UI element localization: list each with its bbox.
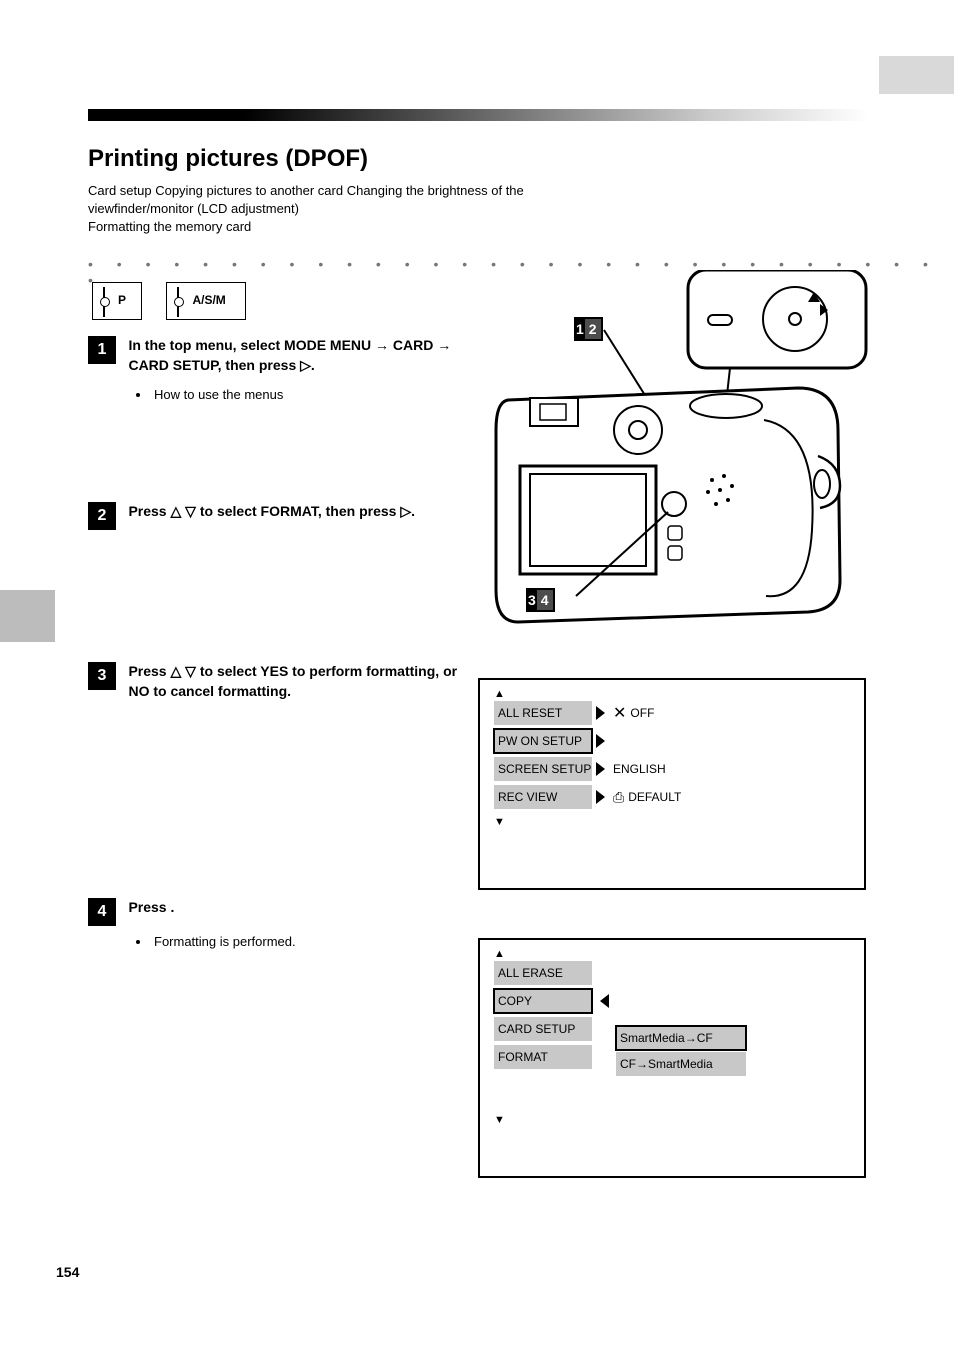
scroll-up-icon: ▲ bbox=[494, 948, 850, 960]
scroll-down-icon: ▼ bbox=[494, 816, 850, 828]
related-link-text: Card setup Copying pictures to another c… bbox=[88, 183, 524, 198]
menu-item-card-setup: CARD SETUP bbox=[494, 1017, 592, 1041]
up-triangle-icon: △ bbox=[171, 663, 182, 679]
menu-item-format: FORMAT bbox=[494, 1045, 592, 1069]
menu-item-screen-setup: SCREEN SETUP bbox=[494, 757, 592, 781]
camera-back-illustration: 12 34 bbox=[478, 270, 868, 640]
menu-item-rec-view: REC VIEW bbox=[494, 785, 592, 809]
menu-value: ✕OFF bbox=[613, 703, 654, 723]
page-title: Printing pictures (DPOF) bbox=[88, 145, 368, 173]
step-2-text: Press △ ▽ to select FORMAT, then press ▷… bbox=[128, 502, 458, 522]
menu-row: COPY bbox=[494, 988, 850, 1014]
menu-row: SCREEN SETUP ENGLISH bbox=[494, 756, 850, 782]
menu-row: ALL RESET ✕OFF bbox=[494, 700, 850, 726]
step-4: 4 Press . Formatting is performed. bbox=[88, 898, 468, 952]
submenu-back-arrow-icon bbox=[600, 994, 609, 1008]
step-4-text: Press . bbox=[128, 898, 458, 918]
scroll-up-icon: ▲ bbox=[494, 688, 850, 700]
callout-mode-dial: 12 bbox=[574, 317, 603, 341]
right-triangle-icon: ▷ bbox=[300, 357, 311, 373]
related-link-text-3: Formatting the memory card bbox=[88, 219, 251, 234]
copy-option-sm-to-cf: SmartMedia→CF bbox=[616, 1026, 746, 1050]
callout-ok-button: 34 bbox=[526, 588, 555, 612]
menu-item-all-reset: ALL RESET bbox=[494, 701, 592, 725]
menu-row: ALL ERASE bbox=[494, 960, 850, 986]
step-number-4: 4 bbox=[88, 898, 116, 926]
menu-item-pw-on-setup: PW ON SETUP bbox=[494, 729, 592, 753]
page-thumb-tab-right bbox=[879, 56, 954, 94]
step-4-subtext: Formatting is performed. bbox=[126, 932, 468, 952]
step-number-3: 3 bbox=[88, 662, 116, 690]
menu-value: ⎙ DEFAULT bbox=[613, 789, 681, 806]
section-divider-gradient bbox=[88, 109, 868, 121]
camera-svg bbox=[478, 270, 868, 640]
down-triangle-icon: ▽ bbox=[185, 503, 196, 519]
step-number-1: 1 bbox=[88, 336, 116, 364]
mode-icon-p: P bbox=[92, 282, 142, 320]
copy-submenu: SmartMedia→CF CF→SmartMedia bbox=[616, 1026, 746, 1076]
menu-row: PW ON SETUP bbox=[494, 728, 850, 754]
step-3: 3 Press △ ▽ to select YES to perform for… bbox=[88, 662, 468, 701]
step-number-2: 2 bbox=[88, 502, 116, 530]
step-1-text: In the top menu, select MODE MENU → CARD… bbox=[128, 336, 458, 375]
lcd-menu-screen-2: ▲ ALL ERASE COPY CARD SETUP FORMAT Smart… bbox=[478, 938, 866, 1178]
submenu-arrow-icon bbox=[596, 762, 605, 776]
format-icon-ref: FORMAT bbox=[261, 503, 318, 519]
submenu-arrow-icon bbox=[596, 734, 605, 748]
step-2: 2 Press △ ▽ to select FORMAT, then press… bbox=[88, 502, 468, 530]
print-order-icon: ⎙ bbox=[613, 789, 624, 806]
page-number: 154 bbox=[56, 1264, 79, 1280]
step-1-subtext: How to use the menus bbox=[126, 385, 468, 405]
submenu-arrow-icon bbox=[596, 790, 605, 804]
submenu-arrow-icon bbox=[596, 706, 605, 720]
applicable-modes: P A/S/M bbox=[92, 282, 266, 325]
related-link-text-2: viewfinder/monitor (LCD adjustment) bbox=[88, 201, 299, 216]
lcd-menu-screen-1: ▲ ALL RESET ✕OFF PW ON SETUP SCREEN SETU… bbox=[478, 678, 866, 890]
up-triangle-icon: △ bbox=[171, 503, 182, 519]
menu-row: REC VIEW ⎙ DEFAULT bbox=[494, 784, 850, 810]
mode-icon-asm: A/S/M bbox=[166, 282, 246, 320]
related-links: Card setup Copying pictures to another c… bbox=[88, 182, 524, 237]
page-thumb-tab-left bbox=[0, 590, 55, 642]
copy-option-cf-to-sm: CF→SmartMedia bbox=[616, 1052, 746, 1076]
down-triangle-icon: ▽ bbox=[185, 663, 196, 679]
step-1: 1 In the top menu, select MODE MENU → CA… bbox=[88, 336, 468, 405]
right-triangle-icon: ▷ bbox=[400, 503, 411, 519]
menu-item-all-erase: ALL ERASE bbox=[494, 961, 592, 985]
menu-item-copy: COPY bbox=[494, 989, 592, 1013]
scroll-down-icon: ▼ bbox=[494, 1114, 850, 1126]
menu-value: ENGLISH bbox=[613, 762, 666, 776]
step-3-text: Press △ ▽ to select YES to perform forma… bbox=[128, 662, 458, 701]
